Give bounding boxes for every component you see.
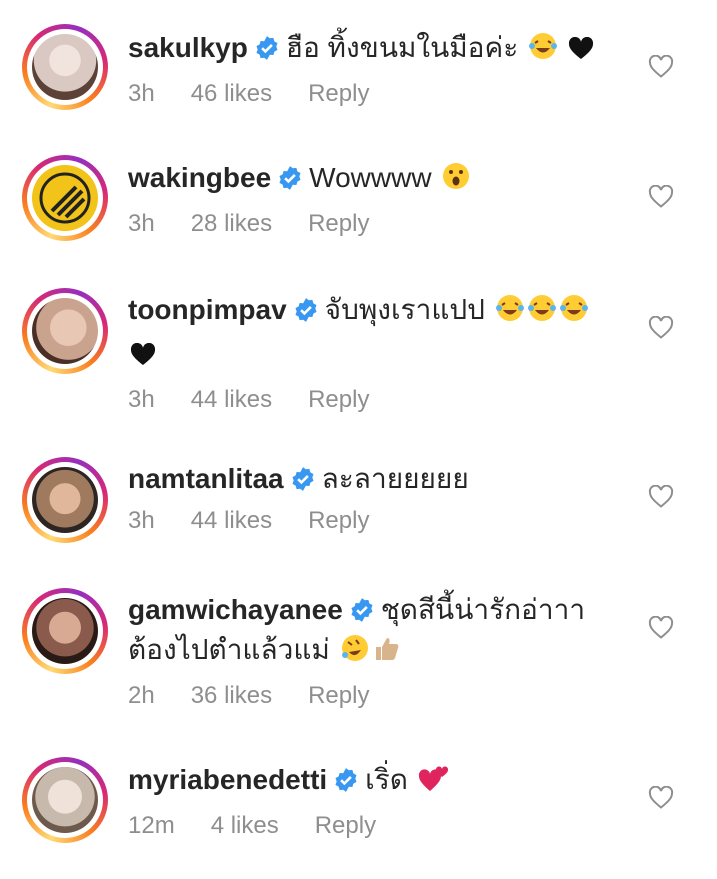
reply-button[interactable]: Reply (308, 682, 369, 710)
comment-time: 2h (128, 682, 155, 709)
avatar[interactable] (22, 457, 108, 543)
username[interactable]: wakingbee (128, 162, 271, 193)
likes-count[interactable]: 46 likes (191, 80, 272, 108)
avatar[interactable] (22, 757, 108, 843)
two-hearts-icon (418, 764, 450, 804)
heart-icon (568, 32, 594, 72)
username[interactable]: namtanlitaa (128, 463, 284, 494)
comment-text: ฮือ ทิ้งขนมในมือค่ะ (285, 32, 519, 63)
avatar[interactable] (22, 155, 108, 241)
laugh-cry-icon (528, 31, 558, 72)
like-heart-icon[interactable] (648, 786, 674, 810)
likes-count[interactable]: 28 likes (191, 210, 272, 238)
comment-time: 3h (128, 386, 155, 413)
username[interactable]: myriabenedetti (128, 764, 327, 795)
verified-icon (292, 467, 314, 491)
laugh-cry-icon (559, 293, 589, 334)
comment-text: เริ่ด (365, 764, 408, 795)
laugh-cry-icon (527, 293, 557, 334)
reply-button[interactable]: Reply (308, 80, 369, 108)
comment-time: 3h (128, 80, 155, 107)
verified-icon (351, 598, 373, 622)
surprised-icon (441, 161, 471, 202)
comment-time: 3h (128, 210, 155, 237)
reply-button[interactable]: Reply (308, 210, 369, 238)
likes-count[interactable]: 36 likes (191, 682, 272, 710)
likes-count[interactable]: 44 likes (191, 386, 272, 414)
avatar[interactable] (22, 588, 108, 674)
comment-text: ละลายยยยย (321, 463, 469, 494)
comment-time: 12m (128, 812, 175, 839)
rofl-icon (340, 633, 370, 674)
comment-text: Wowwww (309, 162, 432, 193)
like-heart-icon[interactable] (648, 185, 674, 209)
verified-icon (335, 768, 357, 792)
username[interactable]: toonpimpav (128, 294, 287, 325)
verified-icon (295, 298, 317, 322)
comment-time: 3h (128, 507, 155, 534)
like-heart-icon[interactable] (648, 616, 674, 640)
username[interactable]: gamwichayanee (128, 594, 343, 625)
like-heart-icon[interactable] (648, 316, 674, 340)
reply-button[interactable]: Reply (315, 812, 376, 840)
heart-icon (130, 338, 156, 378)
avatar[interactable] (22, 24, 108, 110)
reply-button[interactable]: Reply (308, 386, 369, 414)
comment-text: จับพุงเราแปป (324, 294, 485, 325)
reply-button[interactable]: Reply (308, 507, 369, 535)
username[interactable]: sakulkyp (128, 32, 248, 63)
likes-count[interactable]: 4 likes (211, 812, 279, 840)
verified-icon (279, 166, 301, 190)
laugh-cry-icon (495, 293, 525, 334)
avatar[interactable] (22, 288, 108, 374)
like-heart-icon[interactable] (648, 55, 674, 79)
likes-count[interactable]: 44 likes (191, 507, 272, 535)
verified-icon (256, 36, 278, 60)
thumbs-up-icon (372, 634, 400, 674)
like-heart-icon[interactable] (648, 485, 674, 509)
